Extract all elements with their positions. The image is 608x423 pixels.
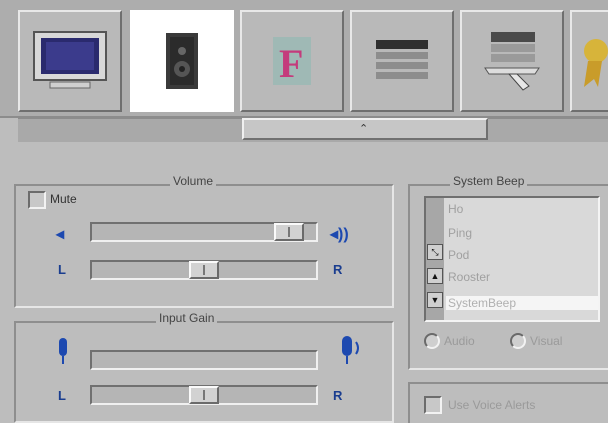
input-gain-title: Input Gain	[156, 311, 218, 325]
menu-bars-icon	[376, 40, 428, 79]
ribbon-award-icon	[584, 39, 608, 87]
speaker-icon	[166, 33, 198, 89]
volume-slider-thumb[interactable]	[274, 223, 305, 241]
system-beep-title: System Beep	[450, 174, 528, 188]
input-right-label: R	[333, 388, 343, 403]
input-gain-slider[interactable]	[90, 350, 318, 370]
scroll-resize-icon[interactable]: ⤡	[427, 244, 443, 260]
volume-low-icon: ◂	[56, 226, 65, 243]
font-icon: F	[273, 37, 311, 86]
microphone-high-icon	[334, 336, 362, 366]
control-panel-toolbar: F	[0, 0, 608, 118]
scroll-down-button[interactable]: ▼	[427, 292, 443, 308]
voice-alerts-checkbox[interactable]	[424, 396, 442, 414]
svg-text:F: F	[279, 41, 303, 86]
menus-tile[interactable]	[350, 10, 454, 112]
audio-radio[interactable]	[424, 333, 440, 349]
voice-alerts-label: Use Voice Alerts	[448, 398, 536, 412]
network-tile[interactable]	[460, 10, 564, 112]
beep-list-scrollbar[interactable]: ⤡ ▲ ▼	[426, 198, 444, 320]
visual-radio[interactable]	[510, 333, 526, 349]
mute-label: Mute	[50, 192, 77, 206]
input-left-label: L	[58, 388, 66, 403]
display-tile[interactable]	[18, 10, 122, 112]
scroll-up-icon: ⌃	[359, 123, 369, 135]
sound-tile[interactable]	[130, 10, 234, 112]
volume-title: Volume	[170, 174, 217, 188]
award-tile[interactable]	[570, 10, 608, 112]
scroll-up-button[interactable]: ▲	[427, 268, 443, 284]
list-item[interactable]: Ping	[448, 226, 472, 240]
visual-radio-label: Visual	[530, 334, 563, 348]
volume-left-label: L	[58, 262, 66, 277]
monitor-icon	[33, 31, 107, 89]
list-item[interactable]: Pod	[448, 248, 469, 262]
toolbar-scroll-thumb[interactable]: ⌃	[242, 118, 488, 140]
beep-sound-list[interactable]: ⤡ ▲ ▼ Ho Ping Pod Rooster SystemBeep	[424, 196, 600, 322]
microphone-low-icon	[56, 338, 70, 366]
fonts-tile[interactable]: F	[240, 10, 344, 112]
list-item-selected[interactable]: SystemBeep	[446, 296, 598, 310]
volume-high-icon: ◂))	[330, 226, 349, 243]
input-balance-thumb[interactable]	[189, 386, 219, 404]
network-icon	[484, 32, 540, 91]
audio-radio-label: Audio	[444, 334, 475, 348]
list-item[interactable]: Rooster	[448, 270, 490, 284]
list-item[interactable]: Ho	[448, 202, 463, 216]
volume-balance-thumb[interactable]	[189, 261, 219, 279]
mute-checkbox[interactable]	[28, 191, 46, 209]
volume-right-label: R	[333, 262, 343, 277]
